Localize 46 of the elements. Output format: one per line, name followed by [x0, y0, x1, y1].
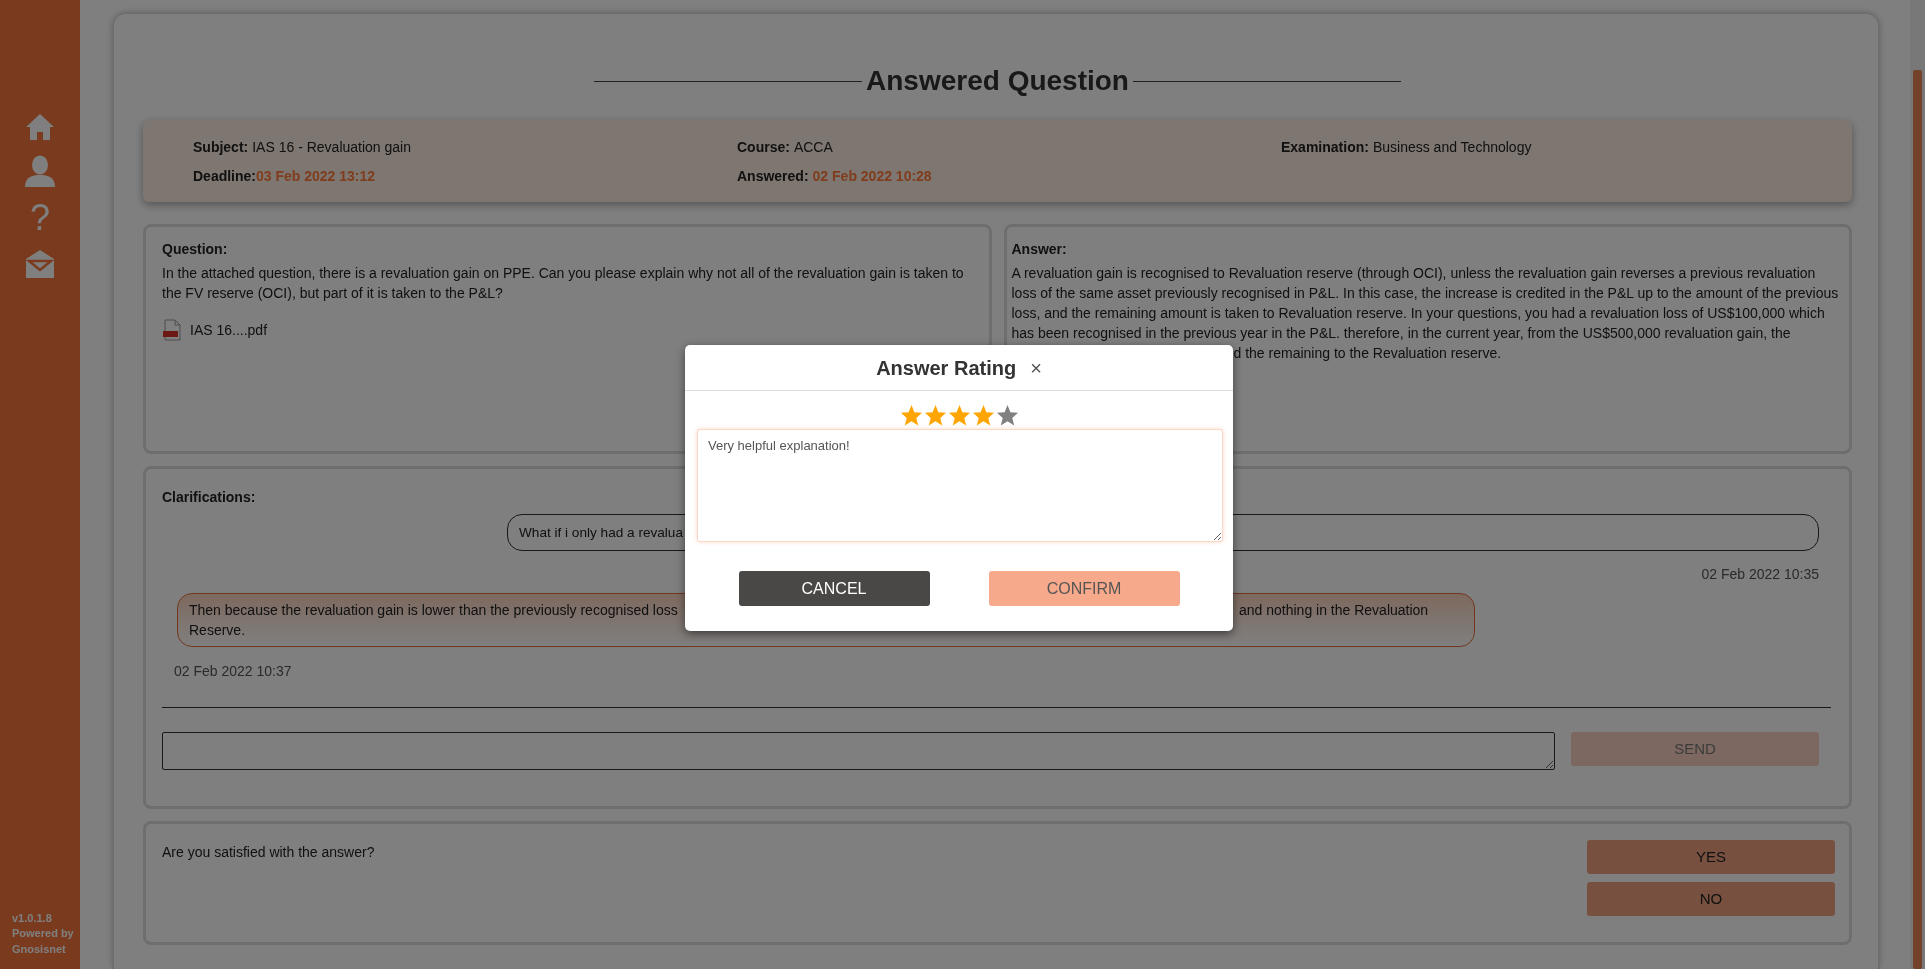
- send-button[interactable]: SEND: [1571, 732, 1819, 766]
- star-icon[interactable]: [947, 404, 971, 427]
- satisfaction-question: Are you satisfied with the answer?: [162, 843, 375, 862]
- close-button[interactable]: ×: [1030, 357, 1042, 378]
- field-label: Deadline:: [193, 168, 256, 184]
- answer-heading: Answer:: [1011, 240, 1068, 259]
- field-value: IAS 16 - Revaluation gain: [252, 139, 411, 155]
- message-time: 02 Feb 2022 10:37: [174, 662, 292, 681]
- cancel-button[interactable]: CANCEL: [738, 571, 930, 606]
- version-text: v1.0.1.8: [12, 910, 53, 926]
- yes-button[interactable]: YES: [1587, 840, 1835, 874]
- star-icon[interactable]: [899, 404, 923, 427]
- home-icon[interactable]: [25, 113, 55, 141]
- reply-field[interactable]: [162, 732, 1555, 770]
- field-label: Subject:: [193, 139, 249, 155]
- question-text: In the attached question, there is a revaluation gain on PPE. Can you please explain why not all of the revaluation gain is taken to the FV reserve (OCI), but part of it is taken to the P&L?: [162, 264, 965, 303]
- version-text: Powered by: [12, 926, 74, 942]
- answer-text: d the remaining to the Revaluation reserve.: [1233, 344, 1503, 363]
- field-label: Answered:: [737, 168, 809, 184]
- field-value: 02 Feb 2022 10:28: [812, 168, 932, 184]
- message-time: 02 Feb 2022 10:35: [1701, 565, 1819, 584]
- star-icon[interactable]: [971, 404, 995, 427]
- field-label: Examination:: [1281, 139, 1369, 155]
- dialog-title: Answer Rating: [876, 355, 1017, 381]
- help-icon[interactable]: ?: [30, 201, 50, 235]
- star-icon[interactable]: [995, 404, 1019, 427]
- page-title: Answered Question: [866, 64, 1129, 98]
- version-text: Gnosisnet: [12, 941, 67, 957]
- field-value: 03 Feb 2022 13:12: [256, 168, 376, 184]
- question-heading: Question:: [162, 240, 229, 259]
- user-icon[interactable]: [24, 155, 56, 187]
- pdf-icon[interactable]: [162, 319, 182, 341]
- star-icon[interactable]: [923, 404, 947, 427]
- message-text: Then because the revaluation gain is lower than the previously recognised loss: [189, 601, 679, 620]
- confirm-button[interactable]: CONFIRM: [988, 571, 1180, 606]
- field-label: Course:: [737, 139, 790, 155]
- field-value: Business and Technology: [1372, 139, 1532, 155]
- scrollbar[interactable]: [1910, 0, 1925, 969]
- clarifications-heading: Clarifications:: [162, 488, 257, 507]
- no-button[interactable]: NO: [1587, 882, 1835, 916]
- attachment-link[interactable]: IAS 16....pdf: [190, 319, 268, 341]
- message-text: Reserve.: [189, 621, 247, 640]
- comment-field[interactable]: Very helpful explanation!: [697, 429, 1223, 542]
- mail-icon[interactable]: [25, 249, 55, 279]
- message-text: and nothing in the Revaluation: [1239, 601, 1430, 620]
- field-value: ACCA: [793, 139, 833, 155]
